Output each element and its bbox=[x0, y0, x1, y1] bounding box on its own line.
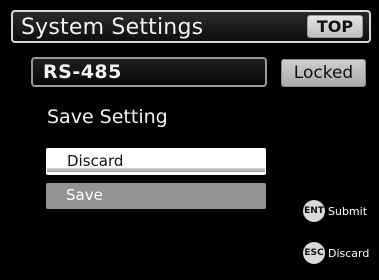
section-label: Save Setting bbox=[47, 106, 168, 128]
title-bar: System Settings TOP bbox=[11, 10, 371, 43]
discard-option-label: Discard bbox=[67, 152, 124, 170]
esc-key-icon: ESC bbox=[303, 242, 325, 264]
discard-option[interactable]: Discard bbox=[46, 148, 266, 175]
discard-hint[interactable]: ESC Discard bbox=[303, 242, 369, 264]
discard-hint-label: Discard bbox=[328, 246, 370, 260]
settings-screen: System Settings TOP RS-485 Locked Save S… bbox=[0, 0, 379, 280]
port-field[interactable]: RS-485 bbox=[31, 57, 267, 87]
submit-hint[interactable]: ENT Submit bbox=[303, 200, 367, 222]
ent-key-icon: ENT bbox=[303, 200, 325, 222]
submit-hint-label: Submit bbox=[328, 204, 368, 218]
locked-badge: Locked bbox=[281, 59, 366, 87]
page-title: System Settings bbox=[21, 15, 204, 40]
port-name: RS-485 bbox=[43, 61, 122, 83]
top-button[interactable]: TOP bbox=[307, 15, 363, 38]
save-option-label: Save bbox=[66, 186, 103, 204]
save-option[interactable]: Save bbox=[46, 183, 266, 209]
